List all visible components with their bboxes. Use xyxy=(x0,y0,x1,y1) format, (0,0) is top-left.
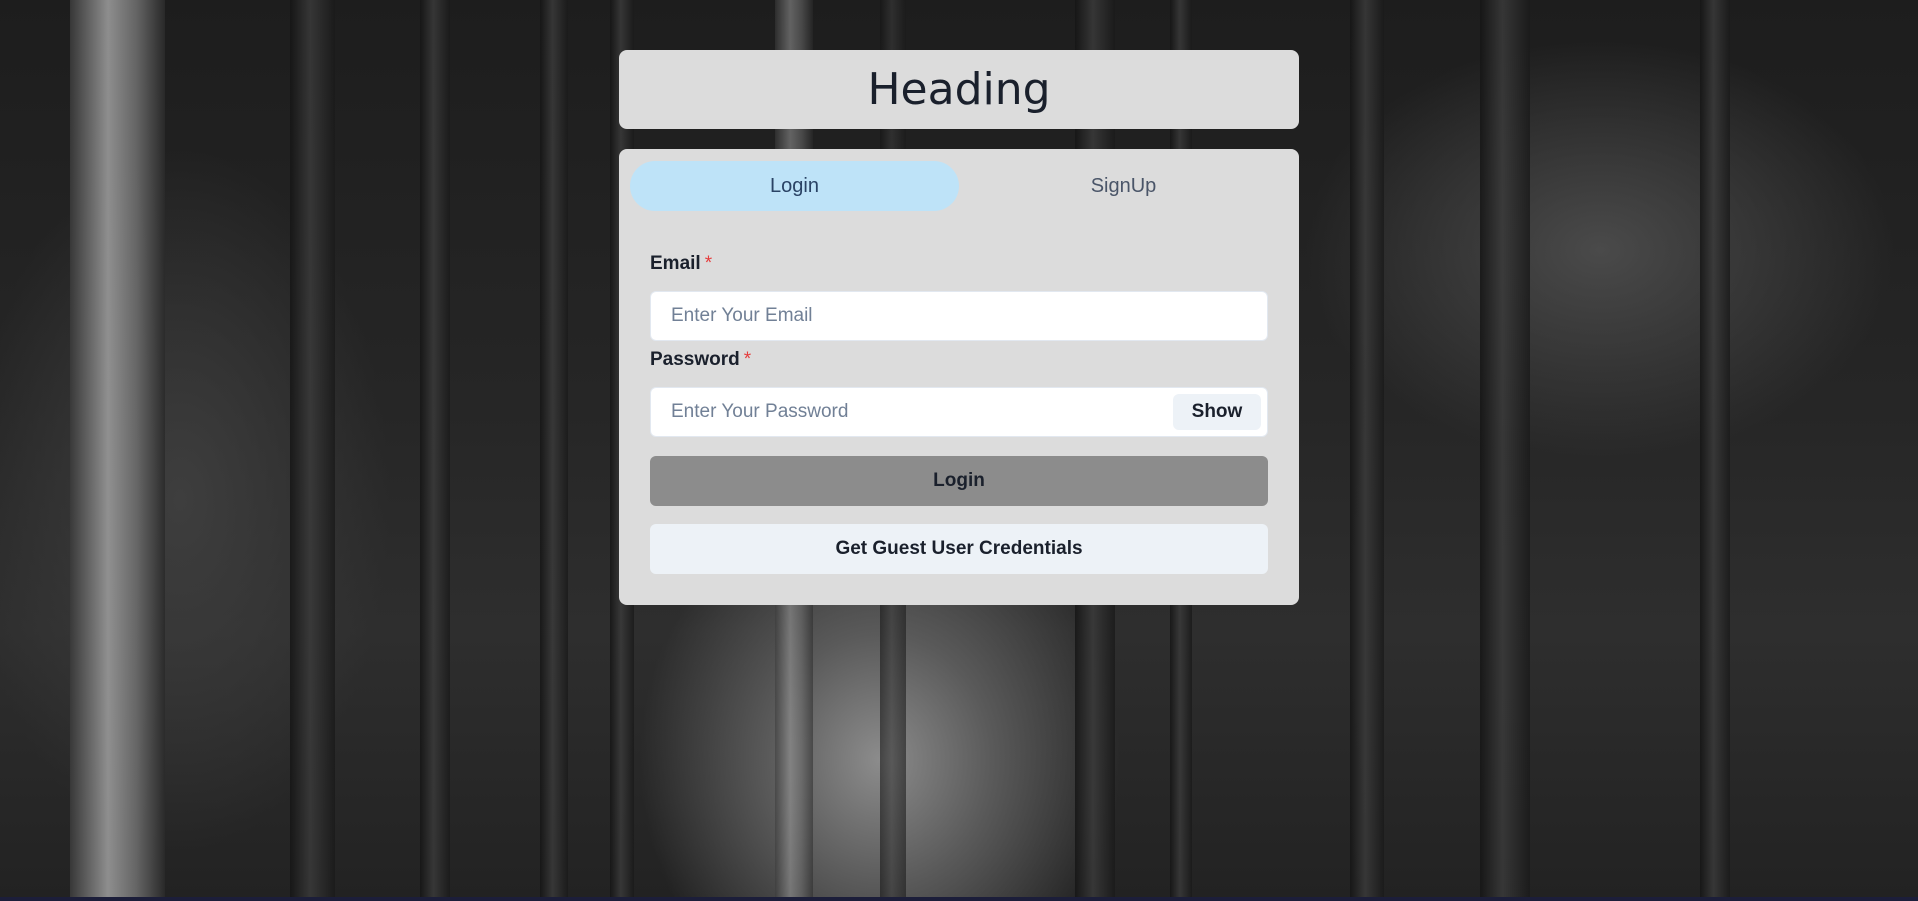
auth-card: Login SignUp Email* Password* Show Login… xyxy=(619,149,1299,605)
show-password-button[interactable]: Show xyxy=(1173,394,1261,430)
password-field[interactable] xyxy=(651,388,1191,436)
email-field-container xyxy=(650,291,1268,341)
password-field-container: Show xyxy=(650,387,1268,437)
tab-signup[interactable]: SignUp xyxy=(959,161,1288,211)
auth-tabs: Login SignUp xyxy=(630,161,1288,211)
password-label-text: Password xyxy=(650,349,740,370)
tab-login[interactable]: Login xyxy=(630,161,959,211)
password-required-mark: * xyxy=(743,349,752,370)
email-label-text: Email xyxy=(650,253,701,274)
guest-credentials-button[interactable]: Get Guest User Credentials xyxy=(650,524,1268,574)
login-button[interactable]: Login xyxy=(650,456,1268,506)
email-required-mark: * xyxy=(704,253,713,274)
email-label: Email * xyxy=(650,253,712,275)
email-field[interactable] xyxy=(651,292,1191,340)
password-label: Password * xyxy=(650,349,751,371)
heading-card: Heading xyxy=(619,50,1299,129)
page-heading: Heading xyxy=(867,64,1051,115)
